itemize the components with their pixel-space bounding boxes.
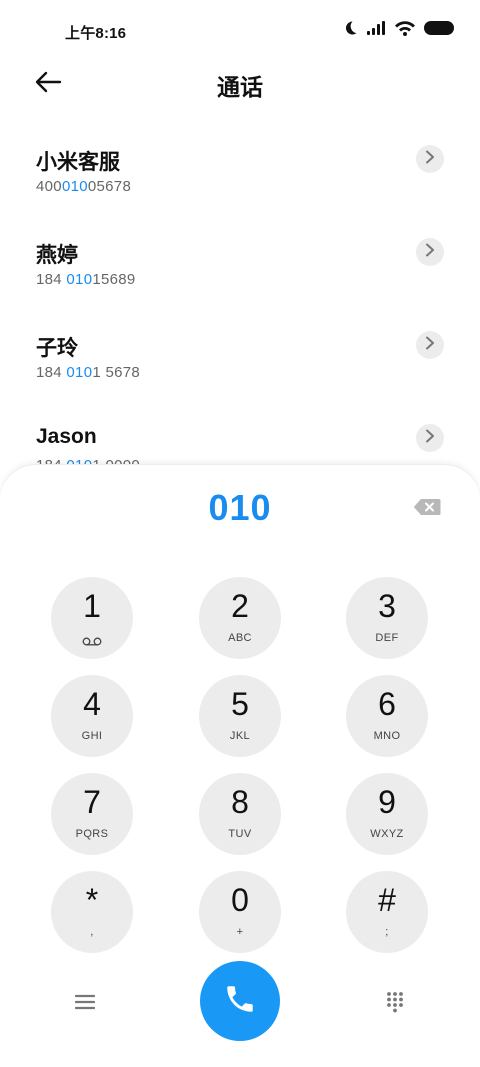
contact-name: 燕婷: [36, 244, 78, 267]
key-digit: 0: [231, 882, 249, 918]
menu-icon: [74, 994, 96, 1015]
status-icons: [342, 20, 454, 36]
number-match: 010: [61, 178, 88, 195]
key-star[interactable]: * ,: [51, 871, 133, 953]
list-item[interactable]: Jason 184 0101 0000: [0, 407, 480, 468]
key-5[interactable]: 5 JKL: [199, 675, 281, 757]
key-digit: 4: [83, 686, 101, 722]
battery-icon: [424, 21, 454, 35]
key-digit: 1: [83, 588, 101, 624]
key-7[interactable]: 7 PQRS: [51, 773, 133, 855]
key-letters: MNO: [373, 730, 401, 742]
contact-list: 小米客服 40001005678 燕婷 184 01015689 子玲 184 …: [0, 128, 480, 468]
phone-icon: [223, 982, 257, 1021]
key-letters: ,: [90, 926, 94, 938]
call-button[interactable]: [200, 961, 280, 1041]
key-digit: 6: [378, 686, 396, 722]
number-suffix: 05678: [87, 178, 132, 195]
chevron-right-icon: [425, 429, 435, 448]
chevron-right-icon: [425, 150, 435, 169]
dialpad-grid-icon: [385, 991, 405, 1018]
number-prefix: 184: [36, 364, 67, 381]
key-letters: +: [236, 926, 244, 938]
number-suffix: 1 5678: [92, 364, 141, 381]
number-match: 010: [66, 271, 93, 288]
list-item[interactable]: 燕婷 184 01015689: [0, 221, 480, 314]
signal-icon: [366, 20, 386, 36]
contact-detail-button[interactable]: [416, 238, 444, 266]
key-hash[interactable]: # ;: [346, 871, 428, 953]
contact-detail-button[interactable]: [416, 145, 444, 173]
key-6[interactable]: 6 MNO: [346, 675, 428, 757]
number-suffix: 15689: [92, 271, 136, 288]
key-3[interactable]: 3 DEF: [346, 577, 428, 659]
header: 通话: [0, 62, 480, 106]
dial-input[interactable]: 010: [0, 487, 480, 529]
key-digit: 3: [378, 588, 396, 624]
dialer-bottom-bar: [0, 961, 480, 1045]
key-letters: JKL: [229, 730, 251, 742]
key-digit: 9: [378, 784, 396, 820]
page-title: 通话: [217, 74, 263, 100]
key-2[interactable]: 2 ABC: [199, 577, 281, 659]
key-digit: *: [85, 882, 99, 918]
menu-button[interactable]: [68, 987, 102, 1021]
key-digit: 8: [231, 784, 249, 820]
key-digit: 2: [231, 588, 249, 624]
key-letters: GHI: [81, 730, 103, 742]
key-digit: 7: [83, 784, 101, 820]
key-9[interactable]: 9 WXYZ: [346, 773, 428, 855]
contact-number: 40001005678: [36, 178, 131, 195]
backspace-button[interactable]: [412, 497, 442, 521]
chevron-right-icon: [425, 243, 435, 262]
list-item[interactable]: 子玲 184 0101 5678: [0, 314, 480, 407]
key-0[interactable]: 0 +: [199, 871, 281, 953]
key-letters: ABC: [228, 632, 252, 644]
voicemail-icon: [82, 633, 102, 651]
contact-name: 子玲: [36, 337, 78, 360]
list-item[interactable]: 小米客服 40001005678: [0, 128, 480, 221]
status-bar: 上午8:16: [0, 0, 480, 62]
dialpad-toggle-button[interactable]: [378, 987, 412, 1021]
wifi-icon: [394, 20, 416, 36]
key-letters: PQRS: [75, 828, 109, 840]
status-time: 上午8:16: [65, 25, 127, 42]
chevron-right-icon: [425, 336, 435, 355]
contact-number: 184 0101 5678: [36, 364, 140, 381]
contact-number: 184 01015689: [36, 271, 136, 288]
number-match: 010: [66, 364, 93, 381]
key-4[interactable]: 4 GHI: [51, 675, 133, 757]
key-1[interactable]: 1: [51, 577, 133, 659]
key-8[interactable]: 8 TUV: [199, 773, 281, 855]
number-prefix: 184: [36, 271, 67, 288]
number-prefix: 400: [36, 178, 62, 195]
key-letters: ;: [385, 926, 389, 938]
contact-detail-button[interactable]: [416, 331, 444, 359]
key-digit: 5: [231, 686, 249, 722]
key-letters: DEF: [375, 632, 399, 644]
contact-name: 小米客服: [36, 151, 120, 174]
key-letters: TUV: [228, 828, 252, 840]
dialer-panel: 010 1 2 ABC 3 DEF 4 GHI 5 JKL 6 MNO 7 PQ…: [0, 464, 480, 1067]
key-letters: WXYZ: [370, 828, 404, 840]
backspace-icon: [413, 498, 441, 521]
contact-detail-button[interactable]: [416, 424, 444, 452]
key-digit: #: [378, 882, 396, 918]
moon-icon: [342, 20, 358, 36]
contact-name: Jason: [36, 425, 97, 448]
